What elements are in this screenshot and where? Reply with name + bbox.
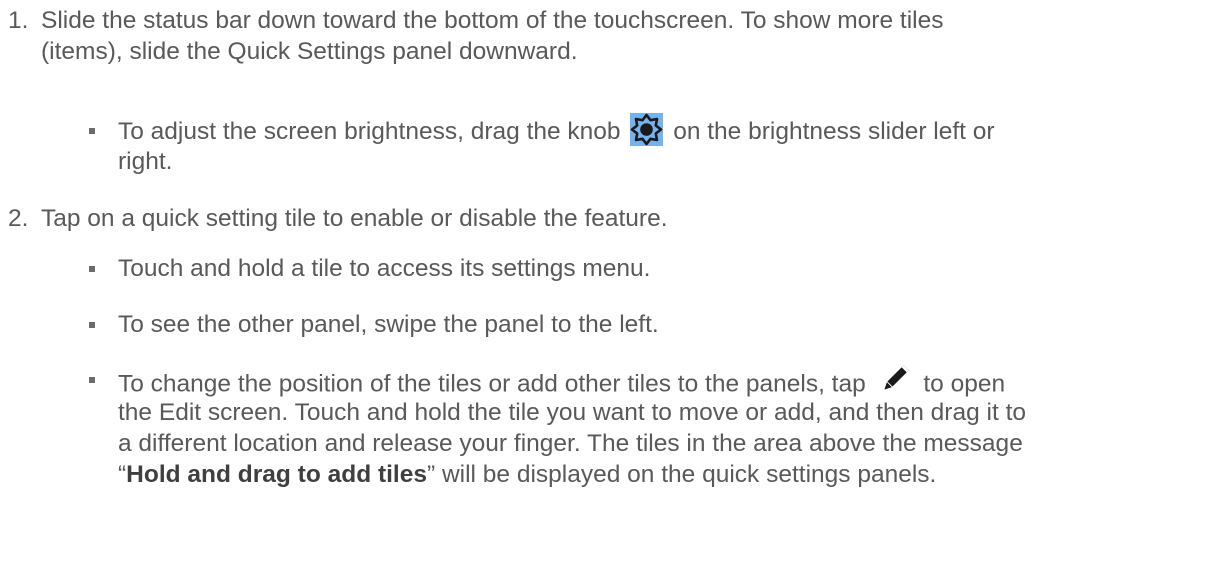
bullet-text-line: a different location and release your fi… [118,430,1023,457]
instructions-document: 1. Slide the status bar down toward the … [0,0,1211,585]
bullet-text-line: To see the other panel, swipe the panel … [118,311,659,338]
pencil-edit-icon [879,363,911,403]
bullet-text-line: right. [118,148,173,175]
bullet-marker [89,377,95,383]
step-text-line: (items), slide the Quick Settings panel … [41,38,578,65]
ui-message-bold: Hold and drag to add tiles [126,461,427,488]
bullet-marker [89,266,95,272]
bullet-text-line: To adjust the screen brightness, drag th… [118,113,995,149]
bullet-marker [89,128,95,134]
step-number: 1. [8,7,29,34]
bullet-text-before: To change the position of the tiles or a… [118,370,866,398]
step-number: 2. [8,205,29,232]
step-text-line: Tap on a quick setting tile to enable or… [41,205,668,232]
brightness-knob-icon [630,113,664,146]
bullet-text-after: to open [923,370,1006,398]
bullet-marker [89,322,95,328]
bullet-text-rest: ” will be displayed on the quick setting… [427,461,937,488]
bullet-text-before: To adjust the screen brightness, drag th… [118,117,621,145]
bullet-text-line: “Hold and drag to add tiles” will be dis… [118,460,936,490]
open-quote: “ [118,461,127,488]
step-text-line: Slide the status bar down toward the bot… [41,7,944,34]
bullet-text-after: on the brightness slider left or [673,117,995,145]
bullet-text-line: Touch and hold a tile to access its sett… [118,255,651,282]
bullet-text-line: the Edit screen. Touch and hold the tile… [118,399,1026,426]
